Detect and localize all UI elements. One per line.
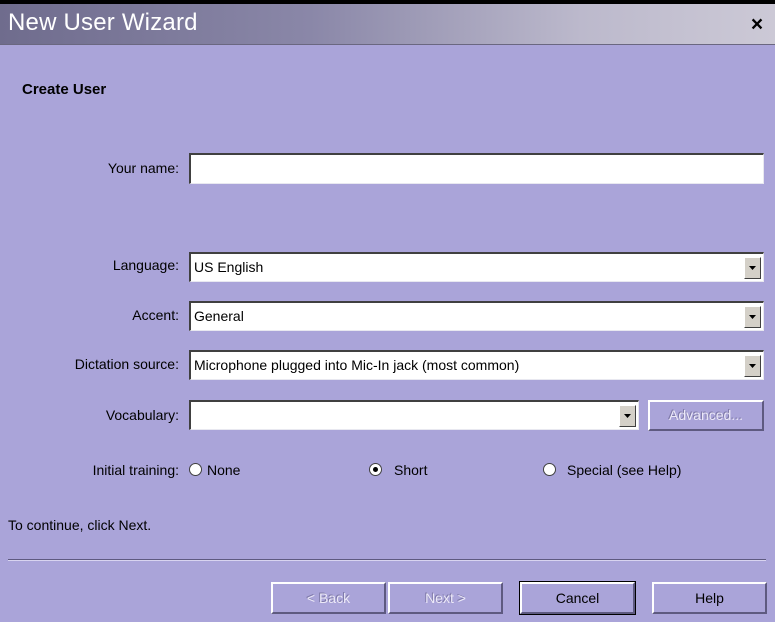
training-none-radio[interactable] [189, 463, 202, 476]
page-heading: Create User [22, 81, 107, 98]
name-label: Your name: [107, 160, 179, 176]
training-special-radio[interactable] [543, 463, 556, 476]
window-title: New User Wizard [8, 9, 198, 36]
continue-hint: To continue, click Next. [8, 517, 152, 533]
training-special-label[interactable]: Special (see Help) [567, 462, 681, 478]
help-button-label: Help [695, 590, 724, 606]
chevron-down-icon[interactable] [619, 405, 636, 427]
accent-select-value: General [194, 308, 244, 324]
training-none-label[interactable]: None [207, 462, 240, 478]
footer-divider [8, 559, 766, 561]
initial-training-label: Initial training: [92, 462, 179, 478]
radio-selected-dot [373, 467, 378, 472]
vocabulary-label: Vocabulary: [105, 407, 179, 423]
dictation-source-select[interactable]: Microphone plugged into Mic-In jack (mos… [189, 350, 764, 380]
close-icon[interactable]: × [747, 14, 767, 36]
training-short-label[interactable]: Short [394, 462, 427, 478]
language-select[interactable]: US English [189, 252, 764, 282]
advanced-button-label: Advanced... [669, 407, 743, 423]
cancel-button[interactable]: Cancel [519, 581, 636, 615]
next-button-label: Next > [425, 590, 466, 606]
language-select-value: US English [194, 259, 264, 275]
title-bar[interactable]: New User Wizard × [0, 4, 775, 45]
language-label: Language: [112, 257, 179, 273]
chevron-down-icon[interactable] [744, 306, 761, 328]
name-input[interactable] [189, 153, 764, 184]
dictation-source-label: Dictation source: [74, 356, 179, 372]
cancel-button-label: Cancel [555, 590, 600, 606]
accent-label: Accent: [132, 307, 179, 323]
help-button[interactable]: Help [652, 582, 767, 614]
accent-select[interactable]: General [189, 301, 764, 331]
advanced-button[interactable]: Advanced... [648, 400, 764, 431]
new-user-wizard-dialog: New User Wizard × Create User Your name:… [0, 0, 775, 622]
training-short-radio[interactable] [369, 463, 382, 476]
back-button[interactable]: < Back [271, 582, 386, 614]
back-button-label: < Back [306, 590, 351, 606]
chevron-down-icon[interactable] [744, 355, 761, 377]
dictation-source-value: Microphone plugged into Mic-In jack (mos… [194, 357, 520, 373]
vocabulary-select[interactable] [189, 400, 639, 430]
chevron-down-icon[interactable] [744, 257, 761, 279]
next-button[interactable]: Next > [388, 582, 503, 614]
